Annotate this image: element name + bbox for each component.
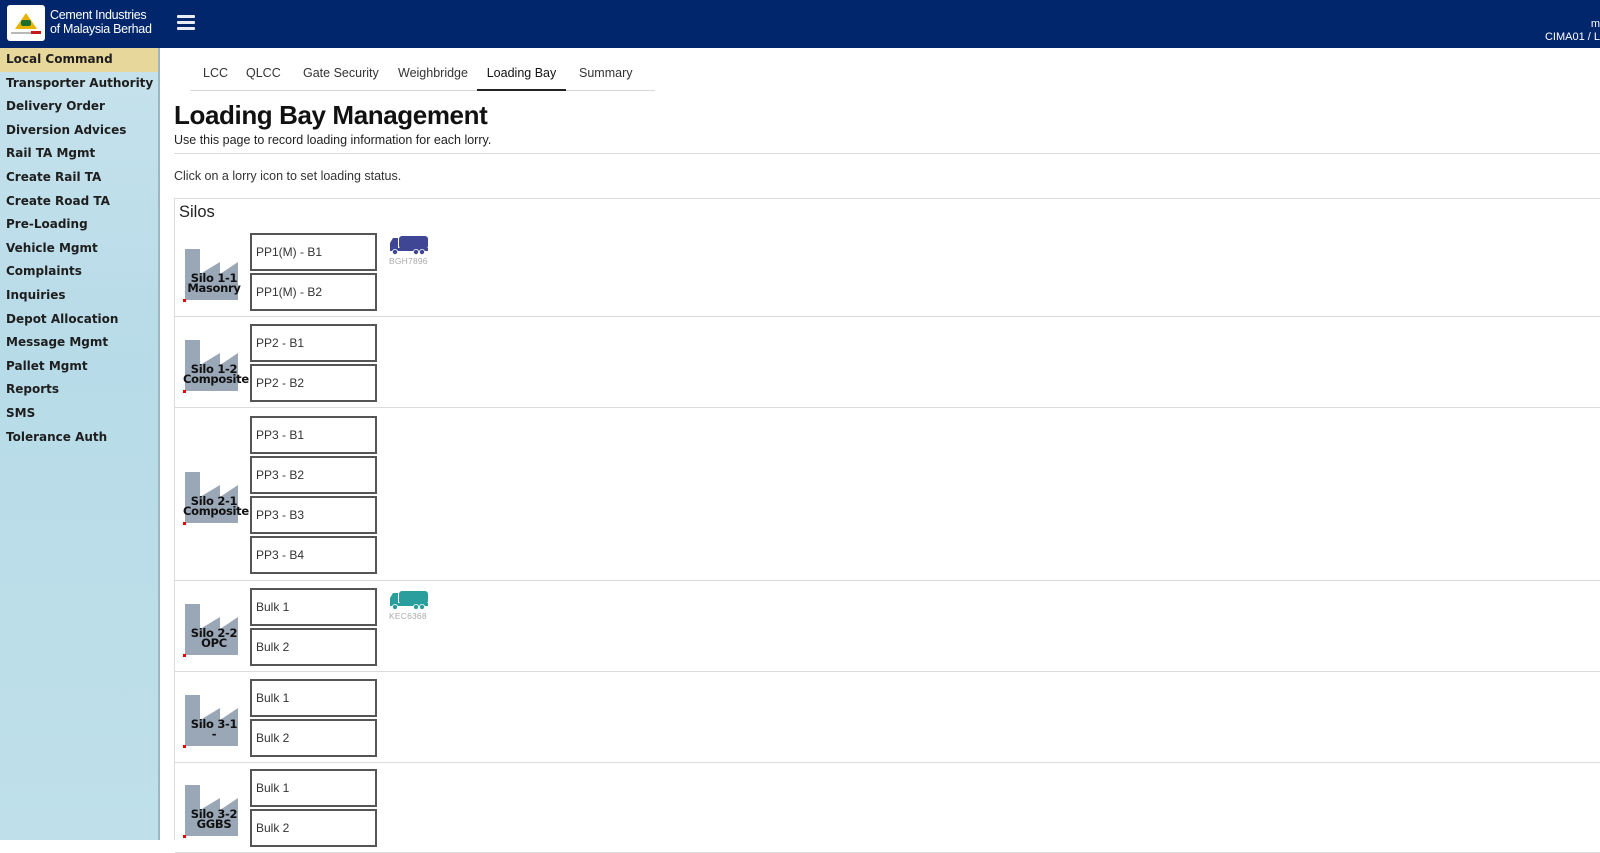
silo-label: Silo 1-1 Masonry bbox=[183, 272, 245, 295]
factory-silo-icon[interactable]: Silo 3-1- bbox=[183, 694, 239, 748]
tab-gate-security[interactable]: Gate Security bbox=[303, 58, 379, 91]
sidebar-item-pallet-mgmt[interactable]: Pallet Mgmt bbox=[0, 355, 158, 379]
sidebar-item-delivery-order[interactable]: Delivery Order bbox=[0, 95, 158, 119]
company-name-line2: of Malaysia Berhad bbox=[50, 22, 152, 36]
page-title: Loading Bay Management bbox=[174, 100, 488, 130]
instruction-text: Click on a lorry icon to set loading sta… bbox=[174, 169, 402, 183]
module-tabs: LCC QLCC Gate Security Weighbridge Loading B… bbox=[190, 58, 655, 91]
sidebar-nav: Local Command Transporter Authority Delive… bbox=[0, 48, 160, 840]
sidebar-item-sms[interactable]: SMS bbox=[0, 402, 158, 426]
tab-loading-bay[interactable]: Loading Bay bbox=[477, 58, 566, 91]
status-dot bbox=[183, 653, 186, 657]
sidebar-item-depot-allocation[interactable]: Depot Allocation bbox=[0, 308, 158, 332]
sidebar-item-tolerance-auth[interactable]: Tolerance Auth bbox=[0, 426, 158, 450]
loading-bay-box[interactable]: PP3 - B3 bbox=[250, 495, 377, 534]
sidebar-item-rail-ta-mgmt[interactable]: Rail TA Mgmt bbox=[0, 142, 158, 166]
status-dot bbox=[183, 744, 186, 748]
tab-weighbridge[interactable]: Weighbridge bbox=[398, 58, 468, 91]
company-name: Cement Industries of Malaysia Berhad bbox=[50, 8, 152, 36]
tab-summary[interactable]: Summary bbox=[579, 58, 632, 91]
factory-silo-icon[interactable]: Silo 2-2 OPC bbox=[183, 603, 239, 657]
section-title: Silos bbox=[179, 203, 215, 221]
loading-bay-box[interactable]: Bulk 2 bbox=[250, 809, 377, 847]
page-subtitle: Use this page to record loading informat… bbox=[174, 133, 492, 147]
lorry-plate-number: KEC6368 bbox=[389, 610, 427, 621]
loading-bay-box[interactable]: Bulk 2 bbox=[250, 718, 377, 757]
loading-bay-box[interactable]: Bulk 2 bbox=[250, 627, 377, 666]
silo-type: Composite bbox=[183, 503, 249, 518]
silo-type: Composite bbox=[183, 371, 249, 386]
company-logo[interactable] bbox=[7, 5, 45, 41]
loading-bay-box[interactable]: Bulk 1 bbox=[250, 587, 377, 626]
sidebar-item-complaints[interactable]: Complaints bbox=[0, 260, 158, 284]
loading-bay-box[interactable]: PP3 - B4 bbox=[250, 535, 377, 574]
silo-label: Silo 2-1 Composite bbox=[183, 495, 249, 518]
tab-qlcc[interactable]: QLCC bbox=[246, 58, 281, 91]
silos-panel: Silos Silo 1-1 Masonry PP1(M) - B1 PP1(M) -… bbox=[174, 198, 1600, 853]
sidebar-item-pre-loading[interactable]: Pre-Loading bbox=[0, 213, 158, 237]
factory-silo-icon[interactable]: Silo 1-2 Composite bbox=[183, 339, 249, 393]
factory-silo-icon[interactable]: Silo 1-1 Masonry bbox=[183, 248, 241, 302]
silo-label: Silo 2-2 OPC bbox=[183, 627, 245, 649]
loading-bay-box[interactable]: PP3 - B1 bbox=[250, 415, 377, 454]
silo-row: Silo 3-1- Bulk 1 Bulk 2 bbox=[175, 672, 1600, 763]
divider bbox=[174, 153, 1600, 154]
silo-row: Silo 1-1 Masonry PP1(M) - B1 PP1(M) - B2 BGH… bbox=[175, 227, 1600, 317]
sidebar-item-message-mgmt[interactable]: Message Mgmt bbox=[0, 331, 158, 355]
factory-silo-icon[interactable]: Silo 2-1 Composite bbox=[183, 471, 249, 525]
user-name: m bbox=[1590, 18, 1600, 30]
status-dot bbox=[183, 521, 186, 525]
loading-bay-box[interactable]: PP2 - B1 bbox=[250, 323, 377, 362]
hamburger-menu-icon[interactable] bbox=[177, 15, 195, 30]
silo-type: Masonry bbox=[187, 281, 241, 295]
company-name-line1: Cement Industries bbox=[50, 8, 147, 22]
silo-row: Silo 2-2 OPC Bulk 1 Bulk 2 KEC6368 bbox=[175, 581, 1600, 672]
top-header: Cement Industries of Malaysia Berhad m C… bbox=[0, 0, 1600, 48]
loading-bay-box[interactable]: PP3 - B2 bbox=[250, 455, 377, 494]
factory-silo-icon[interactable]: Silo 3-2 GGBS bbox=[183, 784, 239, 838]
loading-bay-box[interactable]: Bulk 1 bbox=[250, 769, 377, 807]
lorry-plate-number: BGH7896 bbox=[389, 256, 428, 266]
sidebar-item-transporter-authority[interactable]: Transporter Authority bbox=[0, 72, 158, 96]
loading-bay-box[interactable]: PP1(M) - B1 bbox=[250, 233, 377, 271]
sidebar-item-inquiries[interactable]: Inquiries bbox=[0, 284, 158, 308]
silo-label: Silo 1-2 Composite bbox=[183, 363, 249, 386]
sidebar-item-reports[interactable]: Reports bbox=[0, 378, 158, 402]
silo-row: Silo 2-1 Composite PP3 - B1 PP3 - B2 PP3 - B… bbox=[175, 408, 1600, 581]
silo-label: Silo 3-2 GGBS bbox=[183, 808, 245, 830]
loading-bay-box[interactable]: PP2 - B2 bbox=[250, 363, 377, 402]
lorry-truck-icon[interactable]: BGH7896 bbox=[389, 235, 433, 266]
sidebar-item-diversion-advices[interactable]: Diversion Advices bbox=[0, 119, 158, 143]
user-info[interactable]: m CIMA01 / L bbox=[1545, 18, 1600, 44]
loading-bay-box[interactable]: Bulk 1 bbox=[250, 678, 377, 717]
sidebar-item-create-rail-ta[interactable]: Create Rail TA bbox=[0, 166, 158, 190]
loading-bay-box[interactable]: PP1(M) - B2 bbox=[250, 273, 377, 311]
lorry-truck-icon[interactable]: KEC6368 bbox=[389, 590, 433, 621]
tab-lcc[interactable]: LCC bbox=[203, 58, 228, 91]
silo-label: Silo 3-1- bbox=[183, 718, 245, 740]
status-dot bbox=[183, 299, 186, 302]
user-location: CIMA01 / L bbox=[1544, 31, 1600, 43]
sidebar-item-local-command[interactable]: Local Command bbox=[0, 48, 158, 72]
status-dot bbox=[183, 389, 186, 393]
sidebar-item-create-road-ta[interactable]: Create Road TA bbox=[0, 190, 158, 214]
sidebar-item-vehicle-mgmt[interactable]: Vehicle Mgmt bbox=[0, 237, 158, 261]
silo-row: Silo 1-2 Composite PP2 - B1 PP2 - B2 bbox=[175, 317, 1600, 408]
status-dot bbox=[183, 835, 186, 838]
